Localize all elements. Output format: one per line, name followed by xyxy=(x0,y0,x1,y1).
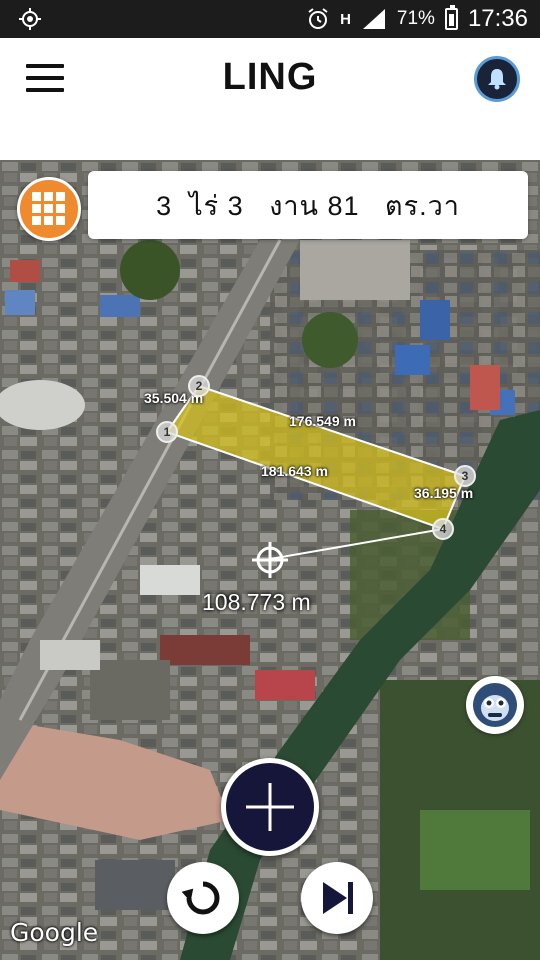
clock: 17:36 xyxy=(467,5,528,32)
alarm-icon xyxy=(308,8,328,29)
crosshair-icon xyxy=(252,542,288,578)
signal-icon xyxy=(362,9,385,29)
undo-icon xyxy=(181,881,220,915)
gps-icon xyxy=(19,8,41,30)
edge-distance-2-3: 176.549 m xyxy=(289,413,356,429)
vertex-marker[interactable]: 4 xyxy=(432,518,454,540)
undo-button[interactable] xyxy=(167,862,239,934)
skip-next-icon xyxy=(323,882,353,914)
bell-icon[interactable] xyxy=(474,56,520,102)
plus-icon xyxy=(246,783,294,831)
status-bar: H 71% 17:36 xyxy=(0,0,540,38)
vertex-marker[interactable]: 2 xyxy=(188,375,210,397)
battery-percent: 71% xyxy=(396,8,435,29)
google-attribution: Google xyxy=(10,918,99,947)
vertex-marker[interactable]: 1 xyxy=(156,421,178,443)
area-text: 3 ไร่ 3 งาน 81 ตร.วา xyxy=(156,190,460,221)
battery-icon xyxy=(444,5,458,30)
network-type-label: H xyxy=(340,10,351,28)
add-point-button[interactable] xyxy=(221,758,319,856)
edge-distance-4-1: 181.643 m xyxy=(261,463,328,479)
monkey-icon[interactable] xyxy=(466,676,524,734)
vertex-marker[interactable]: 3 xyxy=(454,465,476,487)
edge-distance-3-4: 36.195 m xyxy=(414,485,474,501)
cursor-distance: 108.773 m xyxy=(202,589,311,615)
skip-next-button[interactable] xyxy=(301,862,373,934)
grid-menu-icon[interactable] xyxy=(17,177,81,241)
area-display: 3 ไร่ 3 งาน 81 ตร.วา xyxy=(88,171,528,239)
app-title: LING xyxy=(222,56,318,98)
